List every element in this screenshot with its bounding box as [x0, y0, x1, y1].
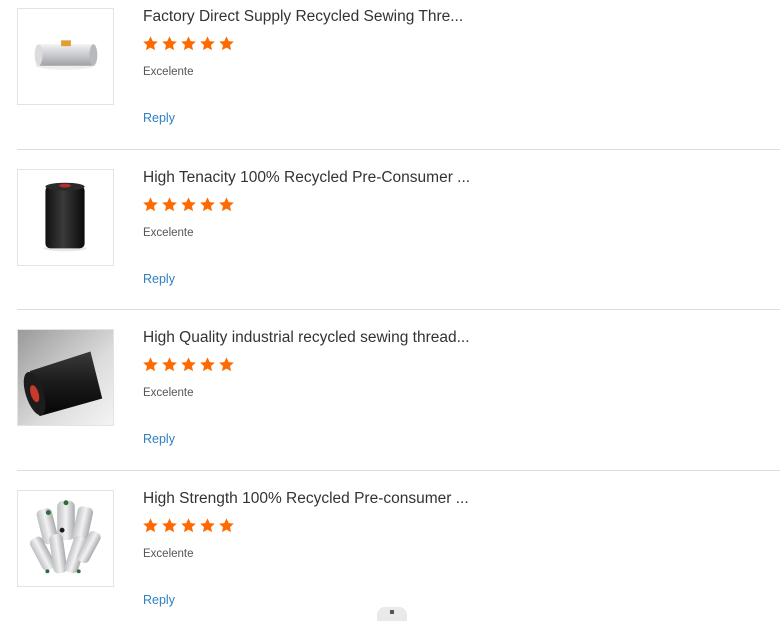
star-icon: [199, 356, 216, 373]
star-icon: [180, 196, 197, 213]
product-thumbnail[interactable]: [17, 169, 114, 266]
product-thumbnail[interactable]: [17, 329, 114, 426]
star-icon: [161, 196, 178, 213]
reply-link[interactable]: Reply: [143, 432, 175, 447]
review-comment: Excelente: [143, 548, 194, 560]
product-title-link[interactable]: High Tenacity 100% Recycled Pre-Consumer…: [143, 169, 470, 187]
review-comment: Excelente: [143, 387, 194, 399]
star-icon: [142, 356, 159, 373]
star-rating: [142, 517, 235, 534]
black-thread-cone-side-image: [18, 330, 113, 425]
arrow-up-icon: [390, 610, 394, 614]
star-icon: [180, 35, 197, 52]
divider: [17, 470, 780, 471]
divider: [17, 149, 780, 150]
star-icon: [199, 517, 216, 534]
product-title-link[interactable]: High Quality industrial recycled sewing …: [143, 329, 470, 347]
star-icon: [218, 356, 235, 373]
review-item: High Tenacity 100% Recycled Pre-Consumer…: [17, 161, 780, 299]
reply-link[interactable]: Reply: [143, 111, 175, 126]
reply-link[interactable]: Reply: [143, 272, 175, 287]
scroll-to-top-button[interactable]: [377, 607, 407, 621]
star-icon: [199, 35, 216, 52]
black-thread-cone-image: [43, 182, 87, 252]
star-icon: [199, 196, 216, 213]
star-rating: [142, 356, 235, 373]
product-thumbnail[interactable]: [17, 490, 114, 587]
product-title-link[interactable]: High Strength 100% Recycled Pre-consumer…: [143, 490, 469, 508]
review-comment: Excelente: [143, 227, 194, 239]
review-item: Factory Direct Supply Recycled Sewing Th…: [17, 0, 780, 138]
white-thread-spool-image: [34, 40, 98, 70]
review-item: High Strength 100% Recycled Pre-consumer…: [17, 482, 780, 620]
star-rating: [142, 196, 235, 213]
star-icon: [180, 356, 197, 373]
star-icon: [142, 196, 159, 213]
star-icon: [161, 35, 178, 52]
product-thumbnail[interactable]: [17, 8, 114, 105]
divider: [17, 309, 780, 310]
review-item: High Quality industrial recycled sewing …: [17, 321, 780, 459]
star-icon: [142, 35, 159, 52]
star-icon: [180, 517, 197, 534]
reply-link[interactable]: Reply: [143, 593, 175, 608]
star-icon: [218, 35, 235, 52]
star-icon: [142, 517, 159, 534]
star-icon: [161, 356, 178, 373]
review-comment: Excelente: [143, 66, 194, 78]
product-title-link[interactable]: Factory Direct Supply Recycled Sewing Th…: [143, 8, 463, 26]
star-rating: [142, 35, 235, 52]
white-thread-cones-group-image: [29, 500, 101, 574]
star-icon: [218, 517, 235, 534]
star-icon: [218, 196, 235, 213]
star-icon: [161, 517, 178, 534]
